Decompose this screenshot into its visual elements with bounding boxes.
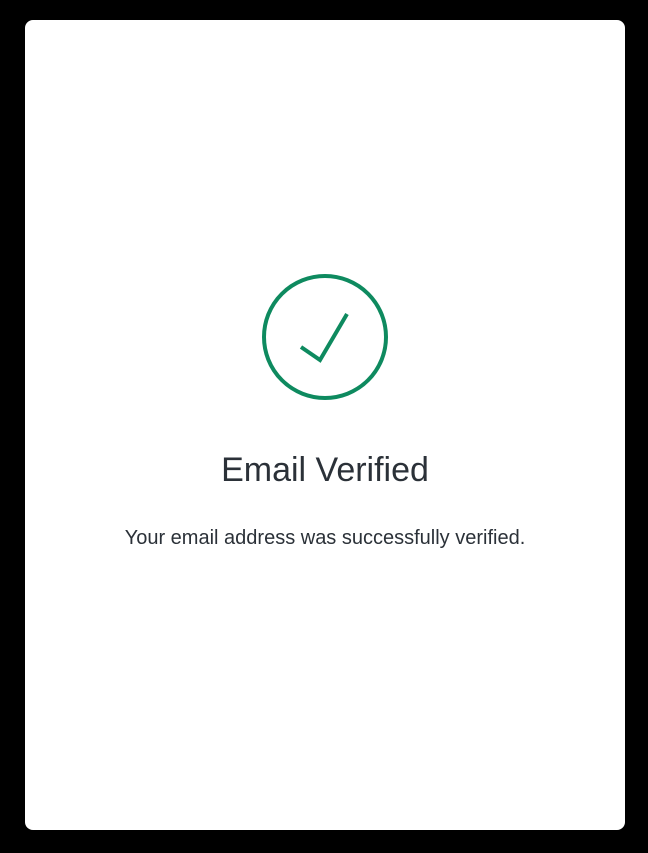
check-circle-icon xyxy=(261,273,389,401)
verification-card: Email Verified Your email address was su… xyxy=(25,20,625,830)
verification-message: Your email address was successfully veri… xyxy=(124,527,526,549)
page-title: Email Verified xyxy=(221,451,429,489)
